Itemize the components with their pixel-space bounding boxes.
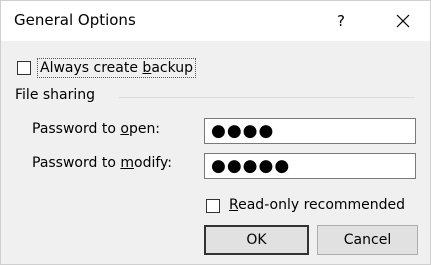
read-only-recommended-checkbox[interactable] <box>206 199 220 213</box>
password-to-modify-input[interactable]: ●●●●● <box>204 153 416 179</box>
ok-button[interactable]: OK <box>204 225 309 255</box>
close-icon <box>396 14 410 28</box>
file-sharing-section-label: File sharing <box>15 87 96 103</box>
help-button[interactable]: ? <box>327 7 355 35</box>
cancel-button[interactable]: Cancel <box>317 225 418 255</box>
always-create-backup-label[interactable]: Always create backup <box>37 58 197 78</box>
section-divider <box>119 97 415 98</box>
read-only-recommended-label[interactable]: Read-only recommended <box>229 197 405 213</box>
password-to-modify-label: Password to modify: <box>32 155 173 171</box>
title-bar[interactable]: General Options ? <box>1 1 430 41</box>
dialog-title: General Options <box>14 11 136 29</box>
password-to-open-input[interactable]: ●●●● <box>204 118 416 144</box>
always-create-backup-checkbox[interactable] <box>17 61 31 75</box>
password-to-open-label: Password to open: <box>32 121 161 137</box>
general-options-dialog: General Options ? Always create backup F… <box>0 0 431 265</box>
close-button[interactable] <box>387 7 419 35</box>
